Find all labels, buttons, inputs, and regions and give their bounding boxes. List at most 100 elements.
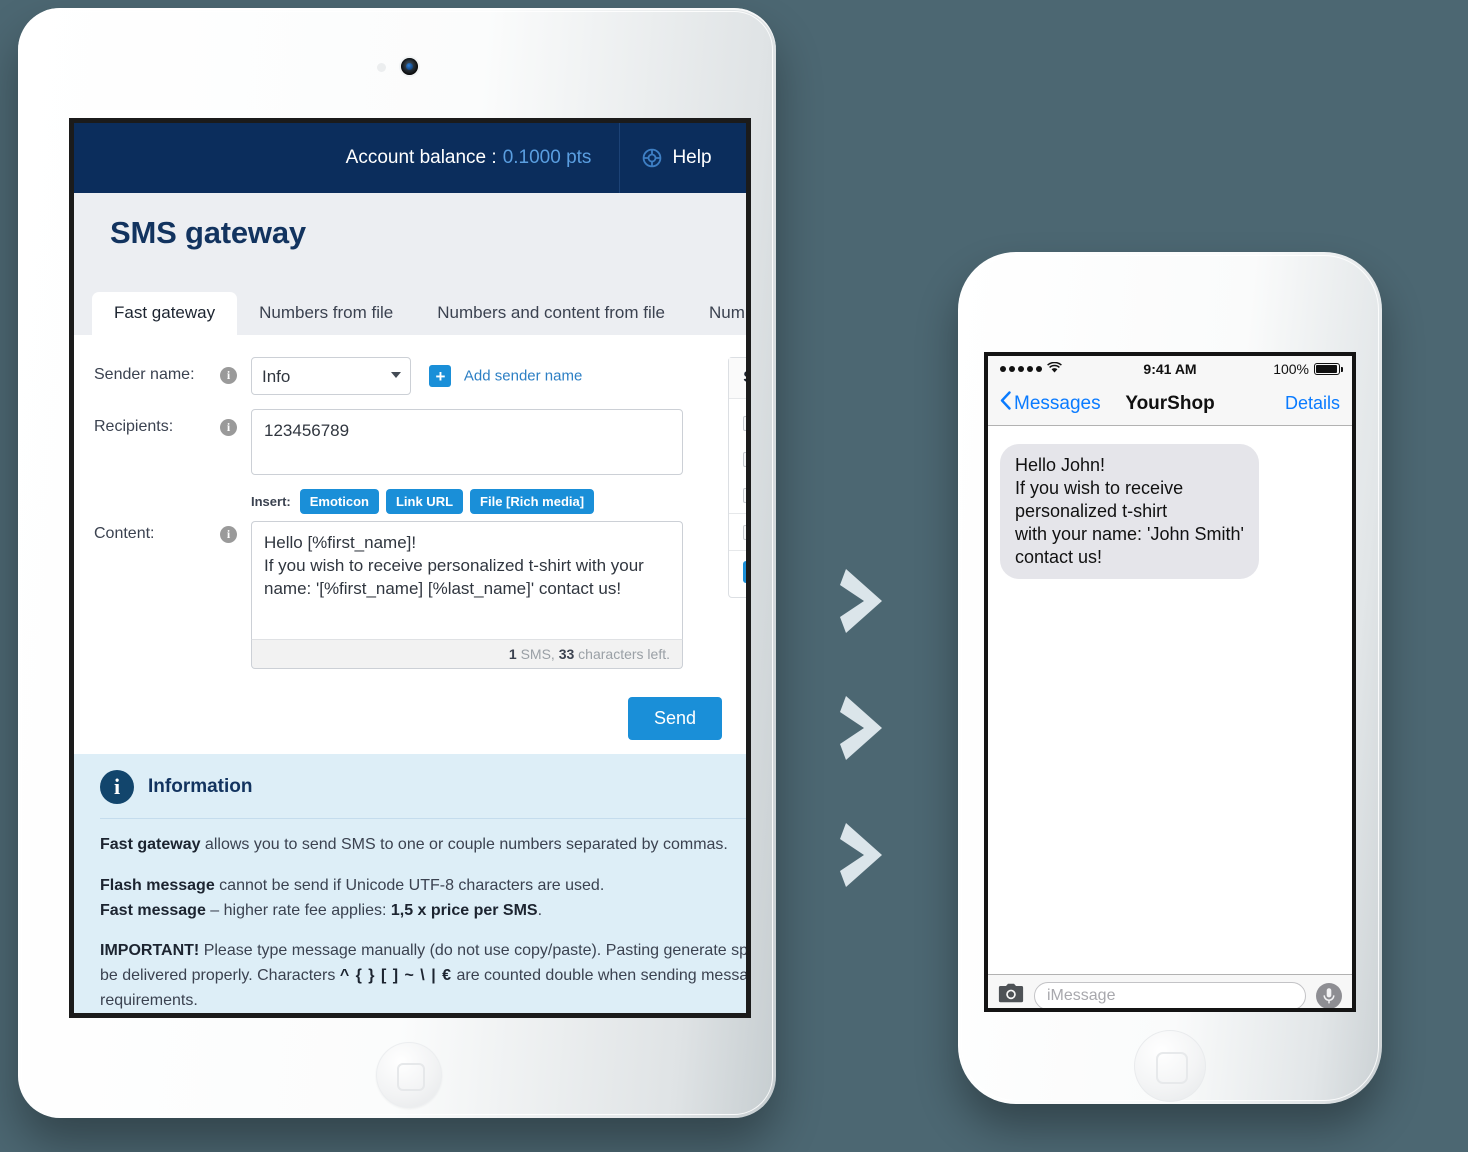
status-bar: 9:41 AM 100%: [988, 356, 1352, 382]
sender-name-control: Info + Add sender name: [251, 357, 722, 395]
checkbox-icon[interactable]: [743, 415, 746, 431]
insert-file-rich-media-button[interactable]: File [Rich media]: [470, 489, 595, 514]
info-p1-rest: allows you to send SMS to one or couple …: [200, 836, 728, 853]
web-app-viewport: Account balance : 0.1000 pts Help SMS ga…: [74, 123, 746, 1013]
page-header: SMS gateway: [74, 193, 746, 291]
tab-fast-gateway[interactable]: Fast gateway: [92, 292, 238, 335]
sending-options-title: Sending options: [729, 358, 746, 399]
account-balance: Account balance : 0.1000 pts: [318, 123, 621, 193]
tablet-front-camera: [401, 58, 418, 75]
info-icon-content[interactable]: i: [220, 526, 237, 543]
insert-emoticon-button[interactable]: Emoticon: [299, 489, 379, 514]
option-replace-special-chars[interactable]: Replace special chars: [729, 405, 746, 441]
account-balance-value: 0.1000 pts: [502, 147, 592, 168]
info-paragraph-2: Flash message cannot be send if Unicode …: [100, 874, 746, 924]
add-sender-name-link[interactable]: Add sender name: [464, 368, 582, 385]
sender-name-select-wrap: Info: [251, 357, 411, 395]
chevron-right-icon: [838, 692, 888, 769]
insert-link-url-button[interactable]: Link URL: [385, 489, 464, 514]
phone-screen: 9:41 AM 100% Messages YourShop Details H…: [984, 352, 1356, 1012]
tab-numbers-from[interactable]: Numbers from: [687, 292, 746, 335]
tab-numbers-from-file[interactable]: Numbers from file: [237, 292, 415, 335]
tablet-home-button[interactable]: [376, 1042, 442, 1108]
sms-form: Sender name: i Info + Add sender name Re…: [74, 335, 746, 683]
sms-counter-unit: SMS,: [520, 646, 555, 662]
flow-arrows: [838, 565, 888, 946]
tab-strip: Fast gateway Numbers from file Numbers a…: [74, 291, 746, 335]
received-message-bubble: Hello John! If you wish to receive perso…: [995, 444, 1259, 580]
account-balance-label: Account balance :: [345, 147, 497, 168]
add-sender-plus-icon[interactable]: +: [429, 365, 452, 387]
compose-bar: iMessage: [988, 974, 1352, 1009]
topbar-item-help[interactable]: Help: [620, 123, 746, 193]
status-bar-left: [1000, 361, 1143, 377]
checkbox-icon[interactable]: [743, 451, 746, 467]
page-title: SMS gateway: [110, 215, 306, 250]
add-template-plus-icon[interactable]: +: [743, 561, 746, 583]
recipients-control: [251, 409, 722, 475]
info-p3-mid: – higher rate fee applies:: [205, 901, 391, 919]
info-p1-bold: Fast gateway: [100, 836, 201, 853]
imessage-input[interactable]: iMessage: [1034, 981, 1306, 1008]
recipients-input[interactable]: [251, 409, 683, 475]
tab-numbers-and-content-from-file[interactable]: Numbers and content from file: [415, 292, 687, 335]
info-p2-rest: cannot be send if Unicode UTF-8 characte…: [214, 876, 605, 894]
sender-name-select[interactable]: Info: [251, 357, 411, 395]
info-p3-bold2: 1,5 x price per SMS: [390, 901, 538, 919]
content-input[interactable]: [251, 521, 683, 639]
information-header: i Information: [74, 754, 746, 818]
field-content: Content: i Insert: Emoticon Link URL Fil…: [90, 489, 722, 669]
chevron-right-icon: [838, 819, 888, 896]
sms-counter-left-number: 33: [558, 646, 575, 662]
phone-device: 9:41 AM 100% Messages YourShop Details H…: [958, 252, 1382, 1104]
battery-icon: [1314, 363, 1344, 375]
option-set-sending-date[interactable]: Set sending date: [729, 514, 746, 550]
info-icon-recipients[interactable]: i: [220, 419, 237, 436]
info-p4-bold: IMPORTANT!: [100, 942, 200, 960]
battery-percent-label: 100%: [1273, 361, 1310, 377]
wifi-icon: [1047, 361, 1062, 377]
scene: Account balance : 0.1000 pts Help SMS ga…: [0, 0, 1468, 1152]
recipients-label: Recipients:: [94, 418, 174, 435]
phone-home-button[interactable]: [1134, 1030, 1206, 1102]
tablet-device: Account balance : 0.1000 pts Help SMS ga…: [18, 8, 776, 1118]
info-icon-sender[interactable]: i: [220, 367, 237, 384]
lifebuoy-icon: [642, 148, 662, 168]
add-template-row[interactable]: + Add template: [729, 551, 746, 595]
form-left-column: Sender name: i Info + Add sender name Re…: [74, 357, 722, 683]
camera-icon[interactable]: [998, 983, 1024, 1009]
message-thread: Hello John! If you wish to receive perso…: [988, 426, 1352, 974]
send-button[interactable]: Send: [627, 697, 722, 740]
content-label: Content:: [94, 525, 155, 542]
checkbox-icon[interactable]: [743, 524, 746, 540]
tablet-screen: Account balance : 0.1000 pts Help SMS ga…: [69, 118, 751, 1018]
checkbox-icon[interactable]: [743, 487, 746, 503]
status-bar-time: 9:41 AM: [1143, 361, 1197, 377]
information-panel: i Information Fast gateway allows you to…: [74, 754, 746, 1013]
signal-strength-icon: [1000, 366, 1042, 372]
info-paragraph-1: Fast gateway allows you to send SMS to o…: [100, 833, 746, 858]
sms-counter: 1 SMS, 33 characters left.: [251, 639, 683, 669]
topbar-help-label: Help: [672, 147, 712, 168]
chevron-right-icon: [838, 565, 888, 642]
microphone-icon[interactable]: [1316, 982, 1342, 1008]
info-circle-icon: i: [100, 770, 134, 804]
field-sender-name: Sender name: i Info + Add sender name: [90, 357, 722, 395]
option-send-as-flash[interactable]: Send as flash: [729, 441, 746, 477]
info-p2-bold: Flash message: [100, 876, 215, 894]
sender-name-label: Sender name:: [94, 366, 195, 383]
information-title: Information: [148, 776, 253, 797]
option-send-fast-message[interactable]: Send fast message: [729, 477, 746, 513]
sms-counter-count: 1: [508, 646, 517, 662]
status-bar-right: 100%: [1197, 361, 1344, 377]
information-body: Fast gateway allows you to send SMS to o…: [74, 819, 746, 1013]
info-paragraph-4: IMPORTANT! Please type message manually …: [100, 939, 746, 1013]
info-p3-bold: Fast message: [100, 901, 206, 919]
send-button-row: Send: [74, 683, 734, 740]
content-control: Insert: Emoticon Link URL File [Rich med…: [251, 489, 722, 669]
sms-counter-left-label: characters left.: [578, 646, 670, 662]
details-button[interactable]: Details: [1285, 393, 1340, 414]
messages-nav-bar: Messages YourShop Details: [988, 382, 1352, 426]
insert-toolbar: Insert: Emoticon Link URL File [Rich med…: [251, 489, 722, 514]
insert-label: Insert:: [251, 494, 291, 509]
